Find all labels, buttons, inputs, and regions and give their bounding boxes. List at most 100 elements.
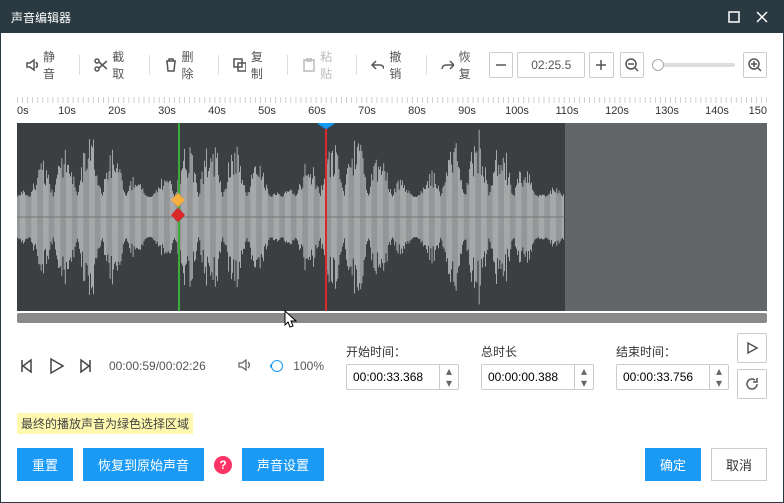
ruler-tick-label: 60s: [308, 105, 326, 117]
close-window-button[interactable]: [751, 6, 773, 28]
duration-group: 总时长 ▴▾: [481, 343, 594, 390]
ruler-tick-label: 40s: [208, 105, 226, 117]
zoom-out-icon: [625, 58, 639, 72]
editor-area: 0s10s20s30s40s50s60s70s80s90s100s110s120…: [1, 97, 783, 323]
sound-settings-button[interactable]: 声音设置: [242, 448, 324, 481]
waveform-empty-region: [565, 123, 768, 311]
cancel-button[interactable]: 取消: [711, 448, 767, 481]
waveform-scrollbar[interactable]: [17, 313, 767, 323]
mute-label: 静音: [43, 48, 65, 82]
divider: [426, 55, 427, 75]
timeline-ruler[interactable]: [17, 97, 767, 103]
end-time-input[interactable]: [617, 370, 709, 384]
plus-icon: [595, 59, 607, 71]
restore-window-button[interactable]: [723, 6, 745, 28]
zoom-in-time-button[interactable]: [589, 52, 614, 78]
playhead-handle[interactable]: [317, 123, 335, 129]
step-back-button[interactable]: [17, 356, 37, 376]
end-time-group: 结束时间： ▴▾: [616, 343, 729, 390]
copy-label: 复制: [251, 48, 273, 82]
duration-label: 总时长: [481, 343, 594, 360]
mute-button[interactable]: 静音: [17, 45, 73, 85]
redo-button[interactable]: 恢复: [433, 45, 489, 85]
undo-icon: [371, 58, 384, 72]
playback-controls: 00:00:59/00:02:26 100% 开始时间： ▴▾ 总时长 ▴▾ 结…: [1, 323, 783, 409]
ok-button[interactable]: 确定: [645, 448, 701, 481]
preview-play-button[interactable]: [737, 333, 767, 363]
ruler-tick-label: 110s: [555, 105, 578, 117]
close-icon: [756, 11, 768, 23]
mouse-cursor-icon: [282, 310, 298, 333]
end-time-label: 结束时间：: [616, 343, 729, 360]
timeline-labels: 0s10s20s30s40s50s60s70s80s90s100s110s120…: [17, 105, 767, 121]
volume-icon: [238, 358, 254, 375]
waveform-canvas[interactable]: [17, 123, 767, 311]
delete-button[interactable]: 删除: [156, 45, 212, 85]
ruler-tick-label: 30s: [158, 105, 176, 117]
start-time-group: 开始时间： ▴▾: [346, 343, 459, 390]
start-time-down[interactable]: ▾: [440, 377, 458, 389]
titlebar: 声音编辑器: [1, 1, 783, 33]
ruler-tick-label: 140s: [705, 105, 729, 117]
restore-icon: [728, 11, 740, 23]
start-time-input[interactable]: [347, 370, 439, 384]
loop-button[interactable]: [737, 369, 767, 399]
restore-original-button[interactable]: 恢复到原始声音: [83, 448, 204, 481]
waveform-svg: [17, 123, 565, 311]
step-back-icon: [19, 358, 35, 374]
redo-label: 恢复: [459, 48, 481, 82]
start-time-label: 开始时间：: [346, 343, 459, 360]
zoom-slider[interactable]: [652, 63, 735, 67]
ruler-tick-label: 80s: [408, 105, 426, 117]
trash-icon: [164, 58, 177, 72]
ruler-tick-label: 10s: [58, 105, 76, 117]
start-time-spinner[interactable]: ▴▾: [346, 364, 459, 390]
volume-knob[interactable]: [271, 360, 283, 372]
zoom-in-button[interactable]: [743, 52, 768, 78]
help-icon[interactable]: ?: [214, 456, 232, 474]
selection-start-marker[interactable]: [178, 123, 180, 311]
zoom-out-time-button[interactable]: [489, 52, 514, 78]
cut-button[interactable]: 截取: [86, 45, 142, 85]
undo-label: 撤销: [389, 48, 411, 82]
undo-button[interactable]: 撤销: [363, 45, 419, 85]
paste-button[interactable]: 粘贴: [294, 45, 350, 85]
cut-label: 截取: [112, 48, 134, 82]
selection-hint: 最终的播放声音为绿色选择区域: [17, 413, 193, 434]
playhead[interactable]: [325, 123, 327, 311]
play-icon: [47, 357, 65, 375]
toolbar: 静音 截取 删除 复制 粘贴 撤销 恢复: [1, 33, 783, 97]
ruler-tick-label: 50s: [258, 105, 276, 117]
playback-position: 00:00:59/00:02:26: [109, 359, 206, 373]
play-small-icon: [745, 341, 759, 355]
reset-button[interactable]: 重置: [17, 448, 73, 481]
divider: [149, 55, 150, 75]
divider: [79, 55, 80, 75]
ruler-tick-label: 0s: [17, 105, 29, 117]
end-time-spinner[interactable]: ▴▾: [616, 364, 729, 390]
minus-icon: [495, 59, 507, 71]
step-forward-button[interactable]: [75, 356, 95, 376]
zoom-slider-knob[interactable]: [652, 59, 664, 71]
duration-down[interactable]: ▾: [575, 377, 593, 389]
ruler-tick-label: 100s: [505, 105, 529, 117]
time-span-display[interactable]: 02:25.5: [517, 52, 585, 78]
zoom-in-icon: [748, 58, 762, 72]
hint-row: 最终的播放声音为绿色选择区域: [1, 409, 783, 438]
ruler-tick-label: 90s: [458, 105, 476, 117]
end-time-down[interactable]: ▾: [710, 377, 728, 389]
duration-spinner[interactable]: ▴▾: [481, 364, 594, 390]
volume-slider[interactable]: [270, 364, 278, 368]
loop-icon: [745, 377, 759, 391]
scrollbar-thumb[interactable]: [17, 313, 767, 323]
play-button[interactable]: [45, 355, 67, 377]
ruler-tick-label: 150: [749, 105, 767, 117]
scissors-icon: [94, 58, 107, 72]
duration-input[interactable]: [482, 370, 574, 384]
delete-label: 删除: [182, 48, 204, 82]
divider: [356, 55, 357, 75]
copy-button[interactable]: 复制: [225, 45, 281, 85]
ruler-tick-label: 70s: [358, 105, 376, 117]
zoom-out-button[interactable]: [620, 52, 645, 78]
step-forward-icon: [77, 358, 93, 374]
